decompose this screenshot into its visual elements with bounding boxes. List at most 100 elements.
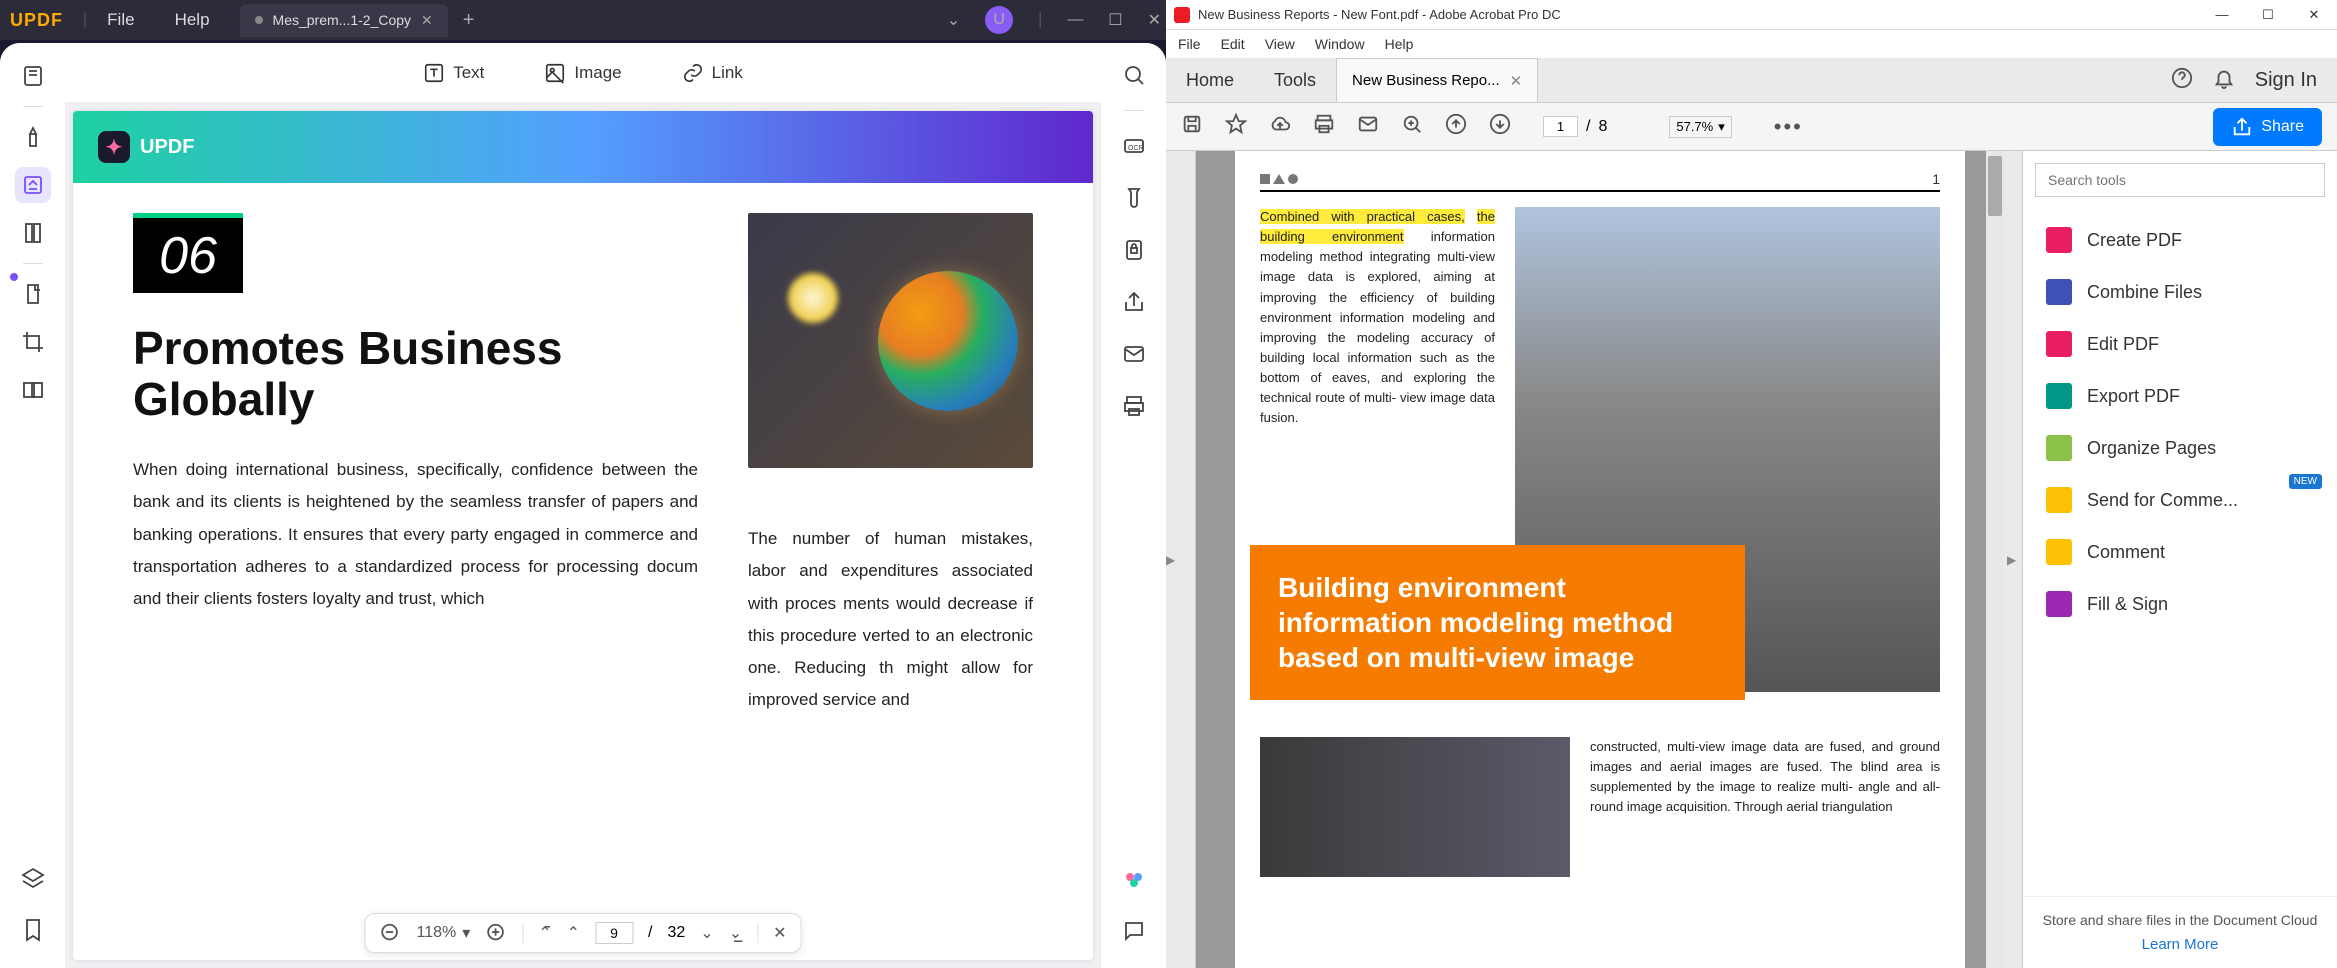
tool-export-pdf[interactable]: Export PDF (2038, 370, 2322, 422)
updf-window-controls: ⌄ U | — ☐ ✕ (947, 6, 1161, 34)
tool-edit-pdf[interactable]: Edit PDF (2038, 318, 2322, 370)
next-page-icon[interactable]: ⌄ (700, 923, 713, 943)
zoom-level[interactable]: 118% ▾ (416, 923, 470, 943)
cloud-promo: Store and share files in the Document Cl… (2023, 896, 2337, 968)
close-button[interactable]: ✕ (2291, 0, 2337, 30)
save-icon[interactable] (1181, 113, 1203, 140)
tools-list: Create PDF Combine Files Edit PDF Export… (2023, 209, 2337, 896)
maximize-button[interactable]: ☐ (2245, 0, 2291, 30)
article-paragraph-2: constructed, multi-view image data are f… (1590, 737, 1940, 877)
email-icon[interactable] (1357, 113, 1379, 140)
doctab-close-icon[interactable]: ✕ (1510, 72, 1523, 90)
search-icon[interactable] (1117, 58, 1151, 92)
tool-create-pdf[interactable]: Create PDF (2038, 214, 2322, 266)
menu-help[interactable]: Help (1385, 36, 1414, 52)
image-button[interactable]: Image (544, 62, 621, 84)
updf-titlebar: UPDF | File Help Mes_prem...1-2_Copy ✕ +… (0, 0, 1166, 40)
tool-comment[interactable]: Comment (2038, 526, 2322, 578)
acrobat-page-area[interactable]: 1 Combined with practical cases, the bui… (1196, 151, 2004, 968)
collapse-right-icon[interactable]: ▶ (2007, 553, 2016, 567)
print-icon[interactable] (1313, 113, 1335, 140)
last-page-icon[interactable]: ⌄̲ (729, 923, 742, 943)
document-tab[interactable]: Mes_prem...1-2_Copy ✕ (240, 4, 448, 37)
menu-file[interactable]: File (1178, 36, 1201, 52)
right-paragraph: The number of human mistakes, labor and … (748, 523, 1033, 717)
layers-icon[interactable] (15, 861, 51, 897)
updf-left-sidebar (0, 43, 65, 968)
tool-fill-sign[interactable]: Fill & Sign (2038, 578, 2322, 630)
search-tools-input[interactable] (2035, 163, 2325, 197)
scrollbar[interactable] (1986, 151, 2004, 968)
star-icon[interactable] (1225, 113, 1247, 140)
active-indicator-dot (10, 273, 18, 281)
email-icon[interactable] (1117, 337, 1151, 371)
page-input[interactable] (1543, 116, 1578, 137)
bookmark-icon[interactable] (15, 912, 51, 948)
tool-send-for-comments[interactable]: Send for Comme...NEW (2038, 474, 2322, 526)
print-icon[interactable] (1117, 389, 1151, 423)
chat-icon[interactable] (1117, 914, 1151, 948)
more-icon[interactable]: ••• (1774, 114, 1803, 140)
prev-page-icon[interactable]: ⌃ (567, 923, 580, 943)
watermark-icon[interactable] (1117, 181, 1151, 215)
document-tab[interactable]: New Business Repo... ✕ (1336, 58, 1538, 102)
tab-close-icon[interactable]: ✕ (421, 12, 433, 29)
combine-files-icon (2046, 279, 2072, 305)
first-page-icon[interactable]: ⌃̄ (538, 923, 551, 943)
close-button[interactable]: ✕ (1148, 10, 1161, 30)
dropdown-icon[interactable]: ⌄ (947, 10, 960, 30)
zoom-icon[interactable] (1401, 113, 1423, 140)
link-button[interactable]: Link (682, 62, 743, 84)
text-button[interactable]: Text (423, 62, 484, 84)
updf-page-view[interactable]: ✦ UPDF 06 Promotes Business Globally Whe… (73, 111, 1093, 960)
minimize-button[interactable]: — (2199, 0, 2245, 30)
new-tab-button[interactable]: + (448, 9, 490, 32)
page-total: 8 (1598, 118, 1607, 136)
page-tool-icon[interactable] (15, 215, 51, 251)
bell-icon[interactable] (2213, 67, 2235, 94)
page-number: 1 (1932, 171, 1940, 187)
tab-home[interactable]: Home (1166, 58, 1254, 102)
cloud-icon[interactable] (1269, 113, 1291, 140)
minimize-button[interactable]: — (1067, 11, 1083, 29)
menu-help[interactable]: Help (175, 10, 210, 30)
acrobat-left-sidebar: ▶ (1166, 151, 1196, 968)
share-icon[interactable] (1117, 285, 1151, 319)
ai-icon[interactable] (1117, 862, 1151, 896)
annotate-tool-icon[interactable] (15, 119, 51, 155)
updf-page-nav: 118% ▾ ⌃̄ ⌃ / 32 ⌄ ⌄̲ ✕ (364, 913, 801, 953)
ocr-icon[interactable]: OCR (1117, 129, 1151, 163)
edit-tool-icon[interactable] (15, 167, 51, 203)
menu-edit[interactable]: Edit (1221, 36, 1245, 52)
tool-organize-pages[interactable]: Organize Pages (2038, 422, 2322, 474)
highlighted-text-1[interactable]: Combined with practical cases, (1260, 209, 1465, 224)
menu-file[interactable]: File (107, 10, 134, 30)
zoom-dropdown[interactable]: 57.7%▾ (1669, 116, 1731, 138)
expand-left-icon[interactable]: ▶ (1166, 553, 1175, 567)
download-page-icon[interactable] (1489, 113, 1511, 140)
maximize-button[interactable]: ☐ (1108, 10, 1122, 30)
upload-page-icon[interactable] (1445, 113, 1467, 140)
zoom-out-icon[interactable] (379, 922, 401, 944)
form-tool-icon[interactable] (15, 276, 51, 312)
share-button[interactable]: Share (2213, 108, 2322, 146)
tab-tools[interactable]: Tools (1254, 58, 1336, 102)
page-total: 32 (668, 924, 686, 942)
learn-more-link[interactable]: Learn More (2038, 936, 2322, 953)
menu-view[interactable]: View (1265, 36, 1295, 52)
menu-window[interactable]: Window (1315, 36, 1365, 52)
compare-tool-icon[interactable] (15, 372, 51, 408)
cloud-promo-text: Store and share files in the Document Cl… (2038, 912, 2322, 928)
help-icon[interactable] (2171, 67, 2193, 94)
user-avatar[interactable]: U (985, 6, 1013, 34)
protect-icon[interactable] (1117, 233, 1151, 267)
tool-combine-files[interactable]: Combine Files (2038, 266, 2322, 318)
page-indicator: / 8 (1543, 116, 1607, 137)
crop-tool-icon[interactable] (15, 324, 51, 360)
tab-title: Mes_prem...1-2_Copy (273, 12, 412, 28)
reader-tool-icon[interactable] (15, 58, 51, 94)
page-input[interactable] (595, 922, 633, 944)
close-nav-icon[interactable]: ✕ (773, 923, 786, 943)
zoom-in-icon[interactable] (485, 922, 507, 944)
signin-button[interactable]: Sign In (2255, 69, 2317, 92)
